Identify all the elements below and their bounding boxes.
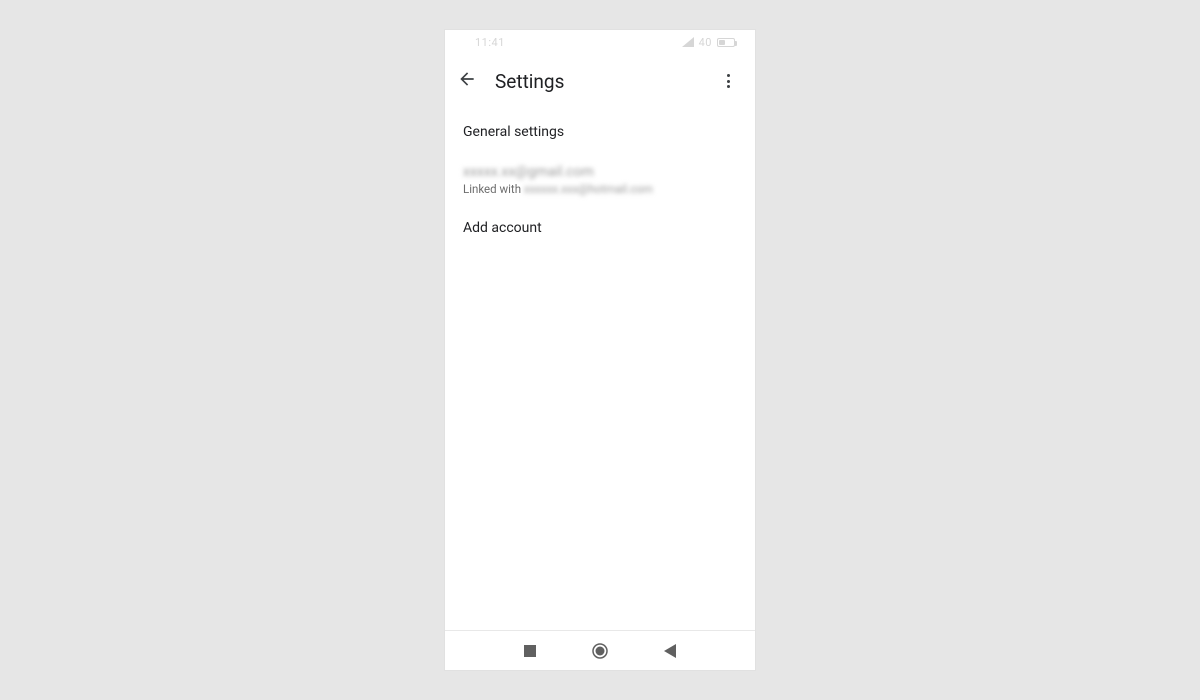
nav-recent-icon[interactable]	[524, 645, 536, 657]
account-linked: Linked with xxxxxx.xxx@hotmail.com	[463, 182, 737, 197]
overflow-menu-icon[interactable]	[719, 72, 737, 90]
nav-back-icon[interactable]	[664, 644, 676, 658]
nav-home-icon[interactable]	[592, 643, 608, 659]
general-settings-item[interactable]: General settings	[445, 112, 755, 152]
phone-frame: 11:41 40 Settings General settings xxxxx…	[445, 30, 755, 670]
status-bar: 11:41 40	[445, 30, 755, 54]
navigation-bar	[445, 630, 755, 670]
settings-list: General settings xxxxx.xx@gmail.com Link…	[445, 108, 755, 630]
page-title: Settings	[495, 70, 701, 93]
account-email: xxxxx.xx@gmail.com	[463, 163, 737, 181]
add-account-item[interactable]: Add account	[445, 208, 755, 248]
signal-icon	[682, 37, 694, 47]
general-settings-label: General settings	[463, 123, 737, 141]
status-right: 40	[682, 36, 735, 49]
app-bar: Settings	[445, 54, 755, 108]
back-icon[interactable]	[457, 69, 477, 93]
battery-icon	[717, 38, 735, 47]
account-linked-email: xxxxxx.xxx@hotmail.com	[524, 182, 653, 197]
status-battery-text: 40	[699, 36, 712, 49]
add-account-label: Add account	[463, 219, 737, 237]
status-time: 11:41	[475, 36, 505, 49]
account-linked-prefix: Linked with	[463, 182, 524, 196]
account-item[interactable]: xxxxx.xx@gmail.com Linked with xxxxxx.xx…	[445, 152, 755, 208]
